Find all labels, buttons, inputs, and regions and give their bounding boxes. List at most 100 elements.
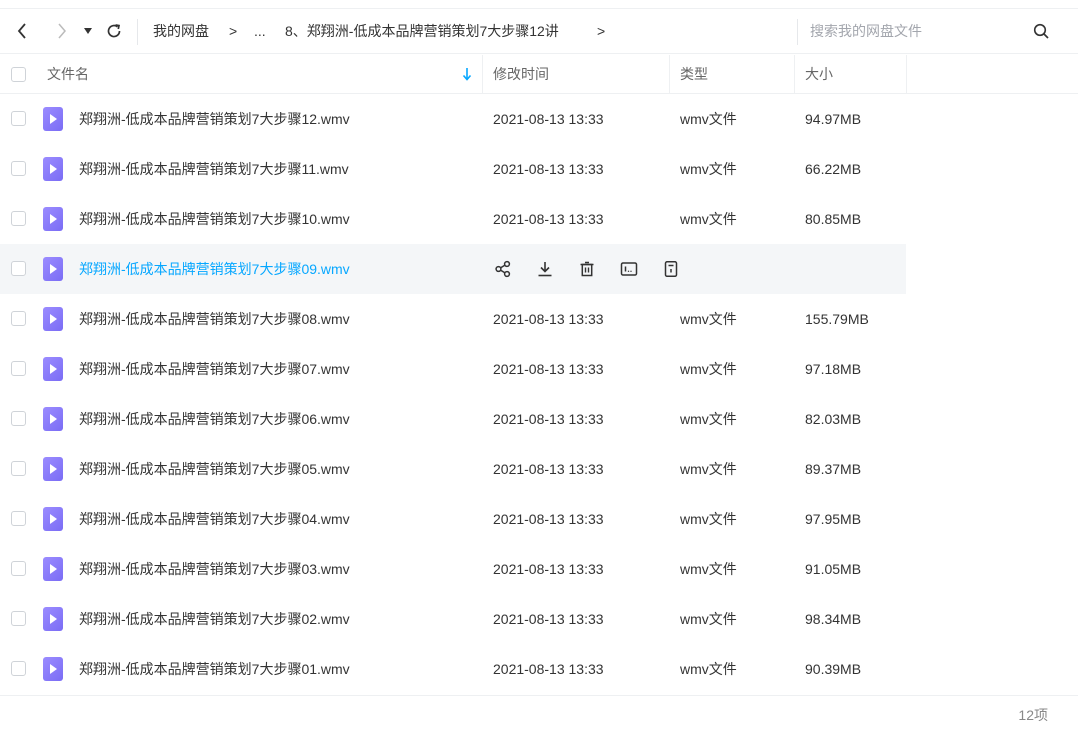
breadcrumb-separator: > xyxy=(597,23,606,39)
file-type: wmv文件 xyxy=(680,211,737,227)
video-file-icon xyxy=(43,407,63,431)
row-checkbox[interactable] xyxy=(11,661,26,676)
column-divider xyxy=(906,55,907,93)
table-row[interactable]: 郑翔洲-低成本品牌营销策划7大步骤02.wmv 2021-08-13 13:33 w… xyxy=(0,594,1078,644)
file-type: wmv文件 xyxy=(680,111,737,127)
column-header-size[interactable]: 大小 xyxy=(805,55,833,93)
breadcrumb-ellipsis[interactable]: ... xyxy=(254,9,266,53)
file-name-link[interactable]: 郑翔洲-低成本品牌营销策划7大步骤01.wmv xyxy=(79,644,350,694)
file-name-link[interactable]: 郑翔洲-低成本品牌营销策划7大步骤11.wmv xyxy=(79,144,349,194)
search-divider xyxy=(797,19,798,45)
file-size: 97.18MB xyxy=(805,361,862,377)
file-name-link[interactable]: 郑翔洲-低成本品牌营销策划7大步骤08.wmv xyxy=(79,294,350,344)
modified-time: 2021-08-13 13:33 xyxy=(493,361,604,377)
breadcrumb-root[interactable]: 我的网盘 xyxy=(153,9,209,53)
select-all-checkbox[interactable] xyxy=(11,67,26,82)
delete-icon[interactable] xyxy=(577,259,597,279)
modified-time: 2021-08-13 13:33 xyxy=(493,661,604,677)
row-actions xyxy=(493,244,681,294)
video-file-icon xyxy=(43,307,63,331)
file-size: 91.05MB xyxy=(805,561,862,577)
table-row[interactable]: 郑翔洲-低成本品牌营销策划7大步骤10.wmv 2021-08-13 13:33 w… xyxy=(0,194,1078,244)
row-checkbox[interactable] xyxy=(11,611,26,626)
file-name-link[interactable]: 郑翔洲-低成本品牌营销策划7大步骤10.wmv xyxy=(79,194,350,244)
file-name-link[interactable]: 郑翔洲-低成本品牌营销策划7大步骤12.wmv xyxy=(79,94,350,144)
file-type: wmv文件 xyxy=(680,461,737,477)
modified-time: 2021-08-13 13:33 xyxy=(493,211,604,227)
file-name-link[interactable]: 郑翔洲-低成本品牌营销策划7大步骤06.wmv xyxy=(79,394,350,444)
modified-time: 2021-08-13 13:33 xyxy=(493,111,604,127)
refresh-icon xyxy=(106,23,122,39)
share-icon[interactable] xyxy=(493,259,513,279)
table-row[interactable]: 郑翔洲-低成本品牌营销策划7大步骤05.wmv 2021-08-13 13:33 w… xyxy=(0,444,1078,494)
search-icon xyxy=(1033,23,1049,39)
row-checkbox[interactable] xyxy=(11,161,26,176)
row-checkbox[interactable] xyxy=(11,511,26,526)
video-file-icon xyxy=(43,557,63,581)
modified-time: 2021-08-13 13:33 xyxy=(493,561,604,577)
file-type: wmv文件 xyxy=(680,661,737,677)
history-dropdown-button[interactable] xyxy=(80,9,96,53)
video-file-icon xyxy=(43,657,63,681)
row-checkbox[interactable] xyxy=(11,111,26,126)
toolbar-divider xyxy=(137,19,138,45)
column-header-modified[interactable]: 修改时间 xyxy=(493,55,549,93)
video-file-icon xyxy=(43,157,63,181)
modified-time: 2021-08-13 13:33 xyxy=(493,411,604,427)
table-row[interactable]: 郑翔洲-低成本品牌营销策划7大步骤04.wmv 2021-08-13 13:33 w… xyxy=(0,494,1078,544)
refresh-button[interactable] xyxy=(103,9,125,53)
file-size: 98.34MB xyxy=(805,611,862,627)
table-row[interactable]: 郑翔洲-低成本品牌营销策划7大步骤01.wmv 2021-08-13 13:33 w… xyxy=(0,644,1078,694)
breadcrumb-current: 8、郑翔洲-低成本品牌营销策划7大步骤12讲 xyxy=(285,23,559,39)
column-header-name[interactable]: 文件名 xyxy=(47,55,89,93)
back-button[interactable] xyxy=(10,9,34,53)
row-checkbox[interactable] xyxy=(11,361,26,376)
sort-down-arrow-icon[interactable] xyxy=(462,67,472,84)
row-checkbox[interactable] xyxy=(11,461,26,476)
row-checkbox[interactable] xyxy=(11,561,26,576)
modified-time: 2021-08-13 13:33 xyxy=(493,161,604,177)
forward-button[interactable] xyxy=(50,9,74,53)
rename-icon[interactable] xyxy=(619,259,639,279)
file-name-link[interactable]: 郑翔洲-低成本品牌营销策划7大步骤02.wmv xyxy=(79,594,350,644)
file-name-link[interactable]: 郑翔洲-低成本品牌营销策划7大步骤03.wmv xyxy=(79,544,350,594)
file-type: wmv文件 xyxy=(680,561,737,577)
search-input[interactable] xyxy=(810,18,1010,44)
table-row[interactable]: 郑翔洲-低成本品牌营销策划7大步骤03.wmv 2021-08-13 13:33 w… xyxy=(0,544,1078,594)
row-checkbox[interactable] xyxy=(11,261,26,276)
file-name-link[interactable]: 郑翔洲-低成本品牌营销策划7大步骤07.wmv xyxy=(79,344,350,394)
table-row[interactable]: 郑翔洲-低成本品牌营销策划7大步骤06.wmv 2021-08-13 13:33 w… xyxy=(0,394,1078,444)
file-name-link[interactable]: 郑翔洲-低成本品牌营销策划7大步骤04.wmv xyxy=(79,494,350,544)
table-row[interactable]: 郑翔洲-低成本品牌营销策划7大步骤09.wmv xyxy=(0,244,906,294)
row-checkbox[interactable] xyxy=(11,211,26,226)
chevron-left-icon xyxy=(17,23,27,39)
file-size: 82.03MB xyxy=(805,411,862,427)
file-name-link[interactable]: 郑翔洲-低成本品牌营销策划7大步骤09.wmv xyxy=(79,244,350,294)
modified-time: 2021-08-13 13:33 xyxy=(493,611,604,627)
table-row[interactable]: 郑翔洲-低成本品牌营销策划7大步骤07.wmv 2021-08-13 13:33 w… xyxy=(0,344,1078,394)
breadcrumb-separator: > xyxy=(229,23,238,39)
table-row[interactable]: 郑翔洲-低成本品牌营销策划7大步骤12.wmv 2021-08-13 13:33 w… xyxy=(0,94,1078,144)
modified-time: 2021-08-13 13:33 xyxy=(493,461,604,477)
file-type: wmv文件 xyxy=(680,511,737,527)
more-icon[interactable] xyxy=(661,259,681,279)
video-file-icon xyxy=(43,357,63,381)
column-header-type[interactable]: 类型 xyxy=(680,55,708,93)
file-type: wmv文件 xyxy=(680,161,737,177)
row-checkbox[interactable] xyxy=(11,311,26,326)
file-size: 97.95MB xyxy=(805,511,862,527)
table-row[interactable]: 郑翔洲-低成本品牌营销策划7大步骤08.wmv 2021-08-13 13:33 w… xyxy=(0,294,1078,344)
file-size: 94.97MB xyxy=(805,111,862,127)
table-row[interactable]: 郑翔洲-低成本品牌营销策划7大步骤11.wmv 2021-08-13 13:33 w… xyxy=(0,144,1078,194)
video-file-icon xyxy=(43,507,63,531)
row-checkbox[interactable] xyxy=(11,411,26,426)
search-button[interactable] xyxy=(1030,9,1052,53)
file-name-link[interactable]: 郑翔洲-低成本品牌营销策划7大步骤05.wmv xyxy=(79,444,350,494)
file-size: 155.79MB xyxy=(805,311,869,327)
video-file-icon xyxy=(43,207,63,231)
column-divider xyxy=(794,55,795,93)
file-size: 66.22MB xyxy=(805,161,862,177)
column-divider xyxy=(482,55,483,93)
toolbar: 我的网盘 > ... 8、郑翔洲-低成本品牌营销策划7大步骤12讲 > xyxy=(0,8,1078,54)
download-icon[interactable] xyxy=(535,259,555,279)
